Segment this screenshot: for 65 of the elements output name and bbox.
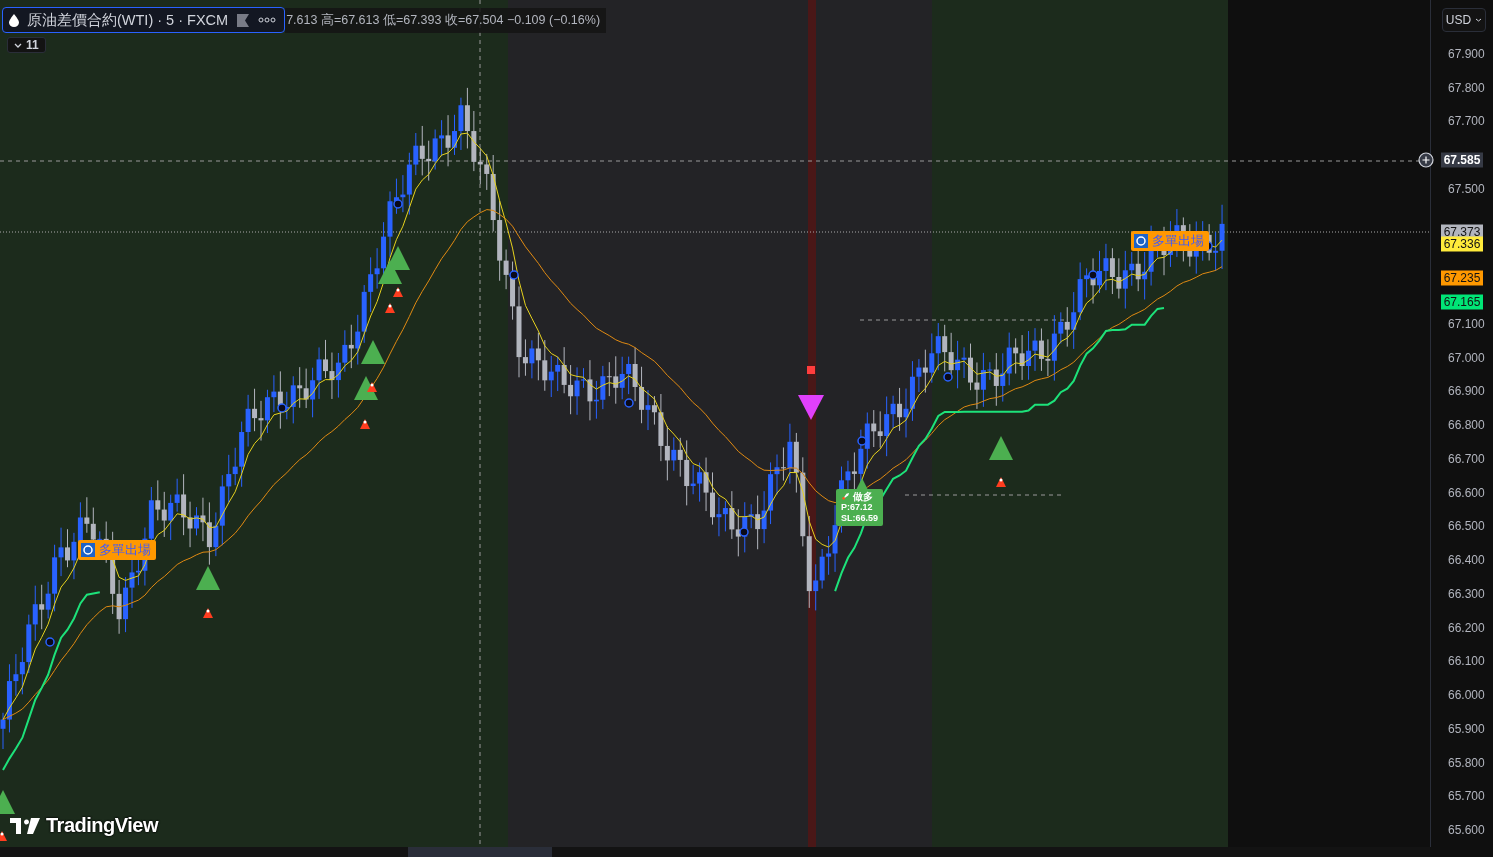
- chevron-down-icon: [1475, 18, 1483, 22]
- up-triangle-marker: [354, 376, 378, 400]
- price-tick-label: 65.600: [1448, 823, 1485, 837]
- add-icon[interactable]: [1417, 151, 1435, 170]
- price-tick-label: 65.700: [1448, 789, 1485, 804]
- price-label: 67.235: [1441, 270, 1483, 286]
- exit-signal-label: 多單出場: [1131, 231, 1209, 251]
- price-label: 67.336: [1441, 236, 1483, 252]
- refresh-icon: [1134, 234, 1148, 248]
- up-triangle-marker: [378, 260, 402, 284]
- warning-marker: [367, 382, 377, 392]
- circle-marker: [393, 199, 403, 209]
- price-tick-label: 67.500: [1448, 181, 1485, 196]
- price-tick-label: 67.700: [1448, 114, 1485, 129]
- price-tick-label: 65.900: [1448, 721, 1485, 736]
- warning-marker: [385, 303, 395, 313]
- price-tick-label: 67.100: [1448, 316, 1485, 331]
- crosshair-price-label: 67.585: [1441, 152, 1483, 168]
- down-triangle-marker: [798, 395, 824, 420]
- price-tick-label: 66.400: [1448, 553, 1485, 568]
- price-tick-label: 66.200: [1448, 620, 1485, 635]
- warning-marker: [393, 287, 403, 297]
- up-triangle-marker: [361, 340, 385, 364]
- rocket-icon: [841, 492, 850, 501]
- brand-name: TradingView: [46, 814, 158, 837]
- warning-marker: [360, 419, 370, 429]
- refresh-icon: [81, 543, 95, 557]
- price-tick-label: 66.900: [1448, 384, 1485, 399]
- price-tick-label: 66.500: [1448, 519, 1485, 534]
- circle-marker: [509, 270, 519, 280]
- currency-dropdown[interactable]: USD: [1442, 8, 1486, 32]
- price-tick-label: 66.000: [1448, 688, 1485, 703]
- flag-icon: [236, 13, 251, 27]
- circle-marker: [943, 372, 953, 382]
- circle-marker: [1088, 270, 1098, 280]
- price-tick-label: 66.600: [1448, 485, 1485, 500]
- warning-marker: [0, 831, 7, 841]
- price-tick-label: 66.300: [1448, 586, 1485, 601]
- chevron-down-icon: [14, 42, 22, 48]
- price-tick-label: 66.700: [1448, 451, 1485, 466]
- drop-icon: [9, 13, 19, 27]
- warning-marker: [203, 608, 213, 618]
- exit-signal-label: 多單出場: [78, 540, 156, 560]
- signal-square-marker: [807, 366, 815, 374]
- warning-marker: [996, 477, 1006, 487]
- more-icon: [258, 17, 277, 23]
- circle-marker: [857, 436, 867, 446]
- ohlc-values: 7.613 高=67.613 低=67.393 收=67.504 −0.109 (−0.16%): [285, 7, 607, 33]
- circle-marker: [624, 398, 634, 408]
- circle-marker: [45, 637, 55, 647]
- price-label: 67.165: [1441, 294, 1483, 310]
- logo-icon: [10, 817, 40, 834]
- price-tick-label: 66.100: [1448, 654, 1485, 669]
- indicators-toggle-button[interactable]: 11: [7, 37, 46, 53]
- price-tick-label: 67.000: [1448, 350, 1485, 365]
- up-triangle-marker: [196, 566, 220, 590]
- circle-marker: [739, 527, 749, 537]
- up-triangle-marker: [0, 790, 15, 814]
- price-tick-label: 67.800: [1448, 80, 1485, 95]
- price-tick-label: 65.800: [1448, 755, 1485, 770]
- symbol-legend[interactable]: 原油差價合約(WTI) · 5 · FXCM: [2, 7, 286, 33]
- price-tick-label: 66.800: [1448, 418, 1485, 433]
- price-tick-label: 67.900: [1448, 47, 1485, 61]
- up-triangle-marker: [989, 436, 1013, 460]
- circle-marker: [277, 403, 287, 413]
